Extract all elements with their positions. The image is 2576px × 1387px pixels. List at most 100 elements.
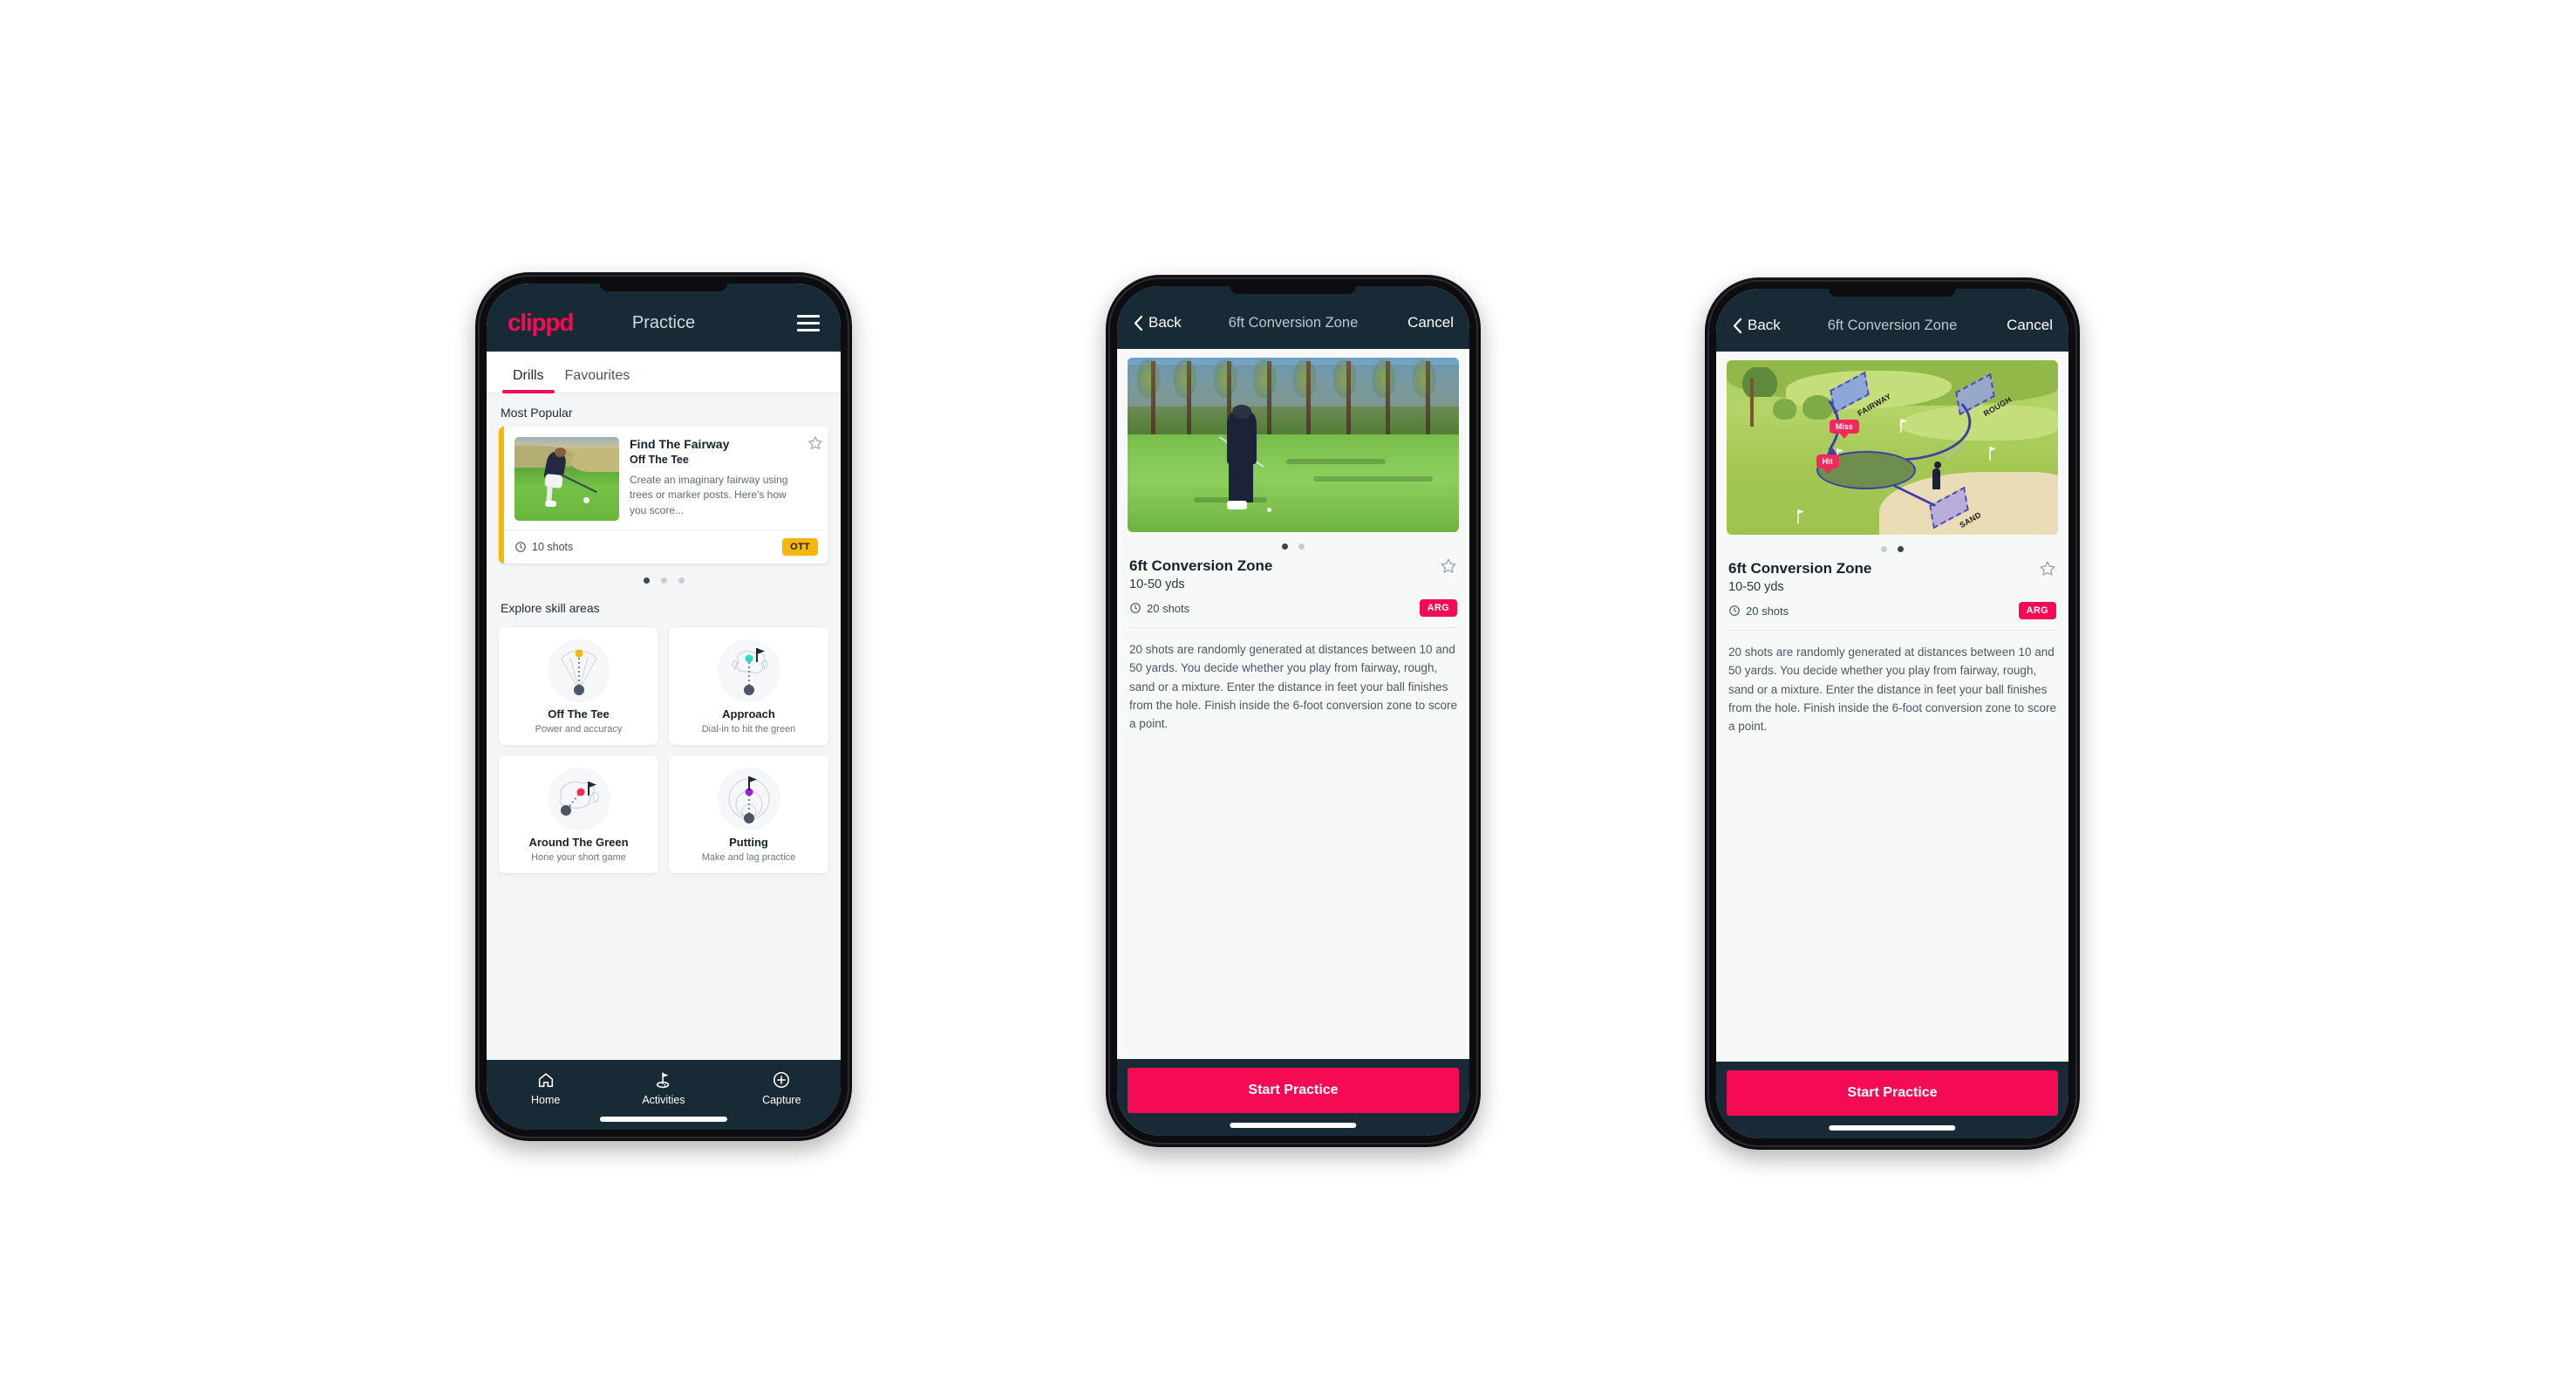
star-outline-icon[interactable]: [808, 435, 823, 451]
nav-item-home[interactable]: Home: [487, 1070, 604, 1106]
tab-favourites[interactable]: Favourites: [555, 368, 641, 393]
skill-card-around-the-green[interactable]: Around The Green Hone your short game: [499, 755, 658, 873]
home-indicator: [1230, 1123, 1357, 1128]
drill-card-find-the-fairway[interactable]: Find The Fairway Off The Tee Create an i…: [499, 427, 828, 564]
carousel-dot[interactable]: [643, 577, 650, 584]
detail-body: 6ft Conversion Zone 10-50 yds 20 shots A…: [1117, 349, 1469, 1059]
tee-dispersion-icon: [547, 639, 610, 702]
drill-skill-pill: ARG: [2018, 602, 2056, 619]
home-indicator: [599, 1117, 728, 1122]
tab-drills[interactable]: Drills: [502, 368, 555, 393]
nav-item-activities[interactable]: Activities: [605, 1070, 722, 1106]
nav-label: Capture: [762, 1094, 801, 1106]
skill-desc: Dial-in to hit the green: [701, 724, 796, 734]
skill-desc: Power and accuracy: [535, 724, 623, 734]
tag-hit: Hit: [1816, 454, 1839, 468]
drill-description: Create an imaginary fairway using trees …: [630, 474, 788, 516]
section-most-popular-label: Most Popular: [501, 406, 573, 420]
skill-card-approach[interactable]: Approach Dial-in to hit the green: [669, 627, 828, 745]
tab-bar: Drills Favourites: [487, 352, 841, 393]
pin-flag-icon: [1988, 446, 1997, 461]
phone2-screen: Back 6ft Conversion Zone Cancel 6ft Conv…: [1117, 286, 1469, 1136]
clock-icon: [515, 542, 526, 552]
device-notch: [1230, 286, 1357, 294]
screenshot-stage: clippd Practice Drills Favourites Most P…: [0, 0, 2576, 1387]
phone-mockup-practice: clippd Practice Drills Favourites Most P…: [475, 272, 852, 1141]
start-practice-button[interactable]: Start Practice: [1128, 1068, 1459, 1113]
carousel-dot[interactable]: [1898, 546, 1904, 552]
cancel-button[interactable]: Cancel: [1407, 314, 1454, 331]
drill-name-row: 6ft Conversion Zone 10-50 yds: [1728, 560, 2056, 594]
drill-skill-pill: ARG: [1419, 599, 1457, 617]
golfer-chipping-photo: [1128, 358, 1459, 532]
pin-flag-icon: [1899, 418, 1908, 433]
drill-skill-pill: OTT: [782, 538, 818, 556]
back-label: Back: [1148, 314, 1182, 331]
carousel-dot[interactable]: [660, 577, 667, 584]
skill-card-off-the-tee[interactable]: Off The Tee Power and accuracy: [499, 627, 658, 745]
carousel-dot[interactable]: [1282, 543, 1288, 550]
approach-green-icon: [717, 639, 780, 702]
phone-mockup-drill-illustration: Back 6ft Conversion Zone Cancel FAIRWAY …: [1705, 277, 2080, 1150]
back-button[interactable]: Back: [1732, 317, 1781, 334]
practice-content: Most Popular Find The Fairway Off The Te…: [487, 393, 841, 1060]
drill-name: 6ft Conversion Zone: [1129, 557, 1273, 574]
drill-hero-media[interactable]: FAIRWAY ROUGH SAND Miss Hit: [1727, 360, 2058, 535]
drill-hero-media[interactable]: [1128, 358, 1459, 532]
clippd-logo[interactable]: clippd: [508, 309, 574, 337]
skill-desc: Make and lag practice: [701, 852, 796, 863]
nav-label: Activities: [642, 1094, 685, 1106]
home-indicator: [1829, 1125, 1956, 1131]
phone-mockup-drill-photo: Back 6ft Conversion Zone Cancel 6ft Conv…: [1106, 275, 1481, 1147]
golfer-head: [1933, 461, 1941, 468]
plus-circle-icon: [723, 1070, 840, 1090]
drill-name: 6ft Conversion Zone: [1728, 560, 1872, 577]
carousel-dot[interactable]: [1881, 546, 1887, 552]
skill-desc: Hone your short game: [531, 852, 626, 863]
nav-item-capture[interactable]: Capture: [723, 1070, 840, 1106]
device-notch: [599, 284, 728, 291]
golf-flag-icon: [605, 1070, 722, 1090]
skill-name: Putting: [729, 836, 768, 849]
drill-description: 20 shots are randomly generated at dista…: [1129, 643, 1457, 731]
skill-name: Around The Green: [528, 836, 629, 849]
clock-icon: [1729, 605, 1740, 616]
drill-info: 6ft Conversion Zone 10-50 yds 20 shots A…: [1117, 532, 1469, 734]
detail-header: Back 6ft Conversion Zone Cancel: [1117, 286, 1469, 349]
chevron-left-icon: [1134, 315, 1143, 331]
drill-distance: 10-50 yds: [1728, 580, 1784, 594]
section-skill-areas-label: Explore skill areas: [501, 601, 600, 615]
clock-icon: [1130, 603, 1141, 613]
skill-name: Approach: [722, 707, 775, 721]
hamburger-icon[interactable]: [797, 314, 820, 331]
drill-shot-count: 20 shots: [1746, 604, 1789, 618]
star-outline-icon[interactable]: [2039, 560, 2056, 577]
drill-distance: 10-50 yds: [1129, 577, 1185, 591]
drill-category: Off The Tee: [630, 454, 689, 466]
detail-body: FAIRWAY ROUGH SAND Miss Hit 6ft Conversi…: [1716, 352, 2068, 1062]
tag-miss: Miss: [1829, 420, 1859, 434]
putting-rings-icon: [717, 768, 780, 830]
carousel-dot[interactable]: [1298, 543, 1305, 550]
shot-trajectories: [1826, 400, 1972, 507]
carousel-dots: [1728, 535, 2056, 560]
course-map-illustration: FAIRWAY ROUGH SAND Miss Hit: [1727, 360, 2058, 535]
skill-name: Off The Tee: [548, 707, 610, 721]
cancel-button[interactable]: Cancel: [2007, 317, 2053, 334]
drill-description: 20 shots are randomly generated at dista…: [1728, 646, 2056, 734]
drill-card-main: Find The Fairway Off The Tee Create an i…: [504, 427, 828, 530]
app-header: clippd Practice: [487, 284, 841, 352]
start-practice-button[interactable]: Start Practice: [1727, 1070, 2058, 1116]
star-outline-icon[interactable]: [1440, 557, 1457, 575]
chevron-left-icon: [1733, 318, 1742, 333]
carousel-dots: [1129, 532, 1457, 557]
drill-info: 6ft Conversion Zone 10-50 yds 20 shots A…: [1716, 535, 2068, 736]
drill-shots-row: 20 shots ARG: [1129, 599, 1457, 617]
back-label: Back: [1748, 317, 1781, 333]
back-button[interactable]: Back: [1133, 314, 1182, 331]
drill-card-text: Find The Fairway Off The Tee Create an i…: [630, 436, 822, 521]
carousel-dot[interactable]: [678, 577, 685, 584]
skill-area-grid: Off The Tee Power and accuracy Approach …: [487, 622, 841, 882]
skill-card-putting[interactable]: Putting Make and lag practice: [669, 755, 828, 873]
drill-shot-count: 20 shots: [1147, 601, 1190, 615]
